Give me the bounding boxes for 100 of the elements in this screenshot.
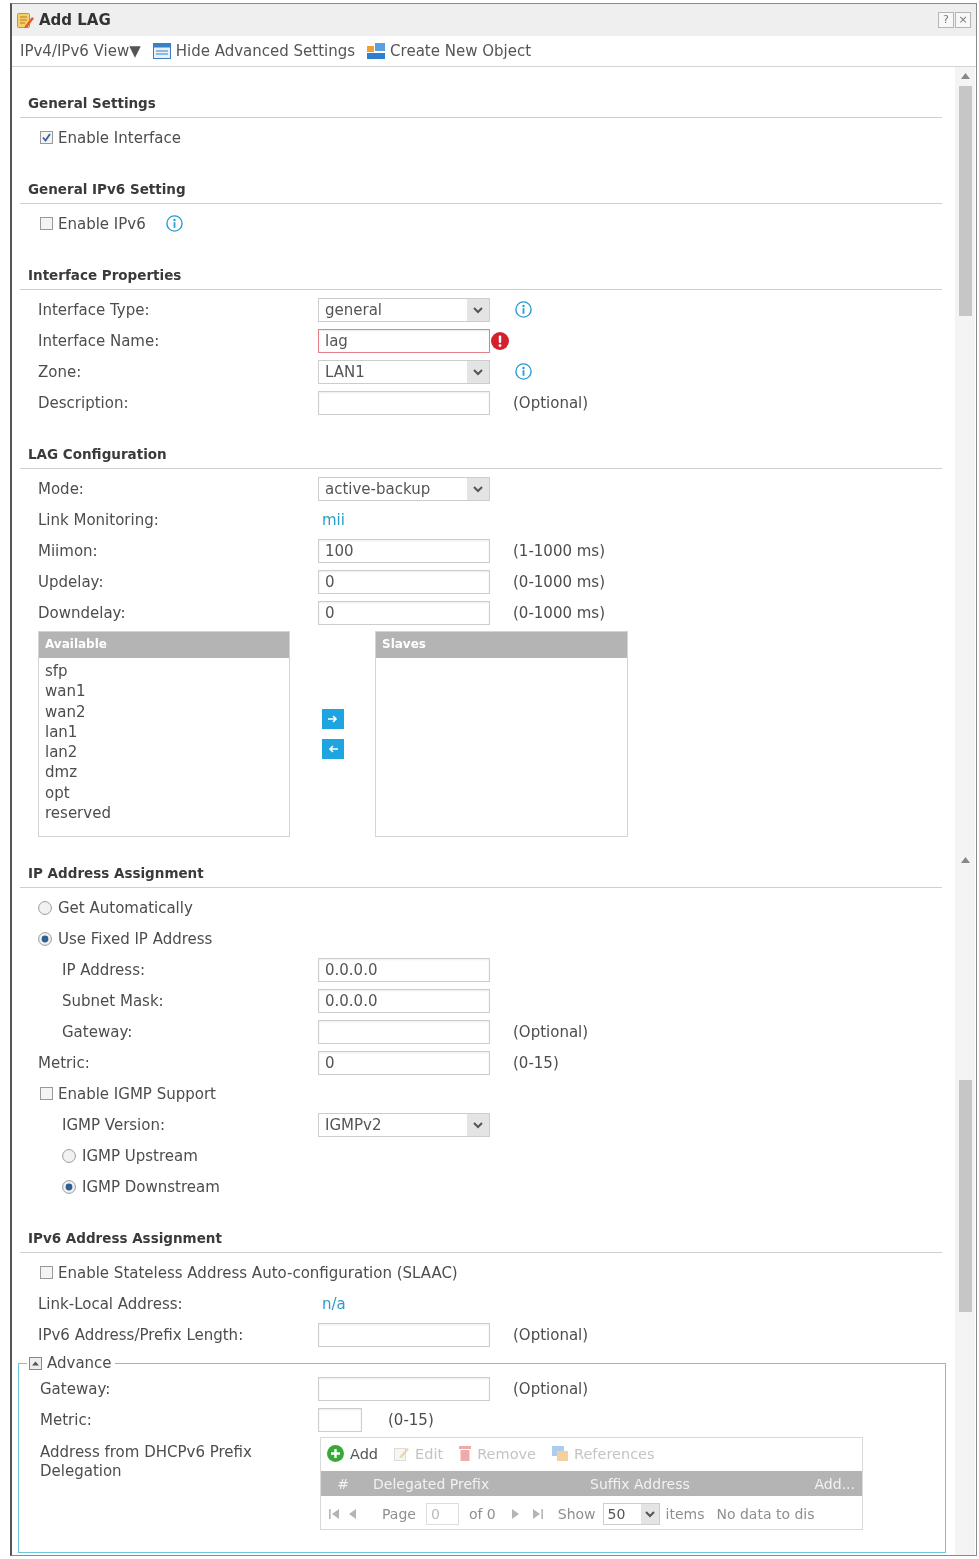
show-label: Show xyxy=(557,1506,596,1522)
chevron-down-icon xyxy=(467,298,489,321)
hint-text: (0-15) xyxy=(388,1410,434,1429)
field-value: n/a xyxy=(321,1294,346,1313)
dropdown[interactable]: LAN1 xyxy=(318,359,490,384)
checkbox[interactable] xyxy=(40,131,53,144)
text-field[interactable]: 0.0.0.0 xyxy=(318,988,490,1013)
field-label: Gateway: xyxy=(62,1022,133,1041)
stacked-windows-icon xyxy=(552,1446,568,1461)
list-item[interactable]: wan2 xyxy=(45,701,289,722)
text-field[interactable]: lag xyxy=(318,328,490,353)
field-label: IGMP Version: xyxy=(62,1115,165,1134)
list-item[interactable]: wan1 xyxy=(45,681,289,702)
section-heading: Interface Properties xyxy=(28,267,182,283)
collapse-icon[interactable] xyxy=(29,1356,42,1370)
field-label: Link-Local Address: xyxy=(38,1294,183,1313)
radio-button-label: Use Fixed IP Address xyxy=(58,929,213,948)
list-item[interactable]: reserved xyxy=(45,803,289,824)
radio-button-label: IGMP Upstream xyxy=(82,1146,198,1165)
scrollbar-track[interactable] xyxy=(955,67,975,1555)
radio-button[interactable] xyxy=(38,900,52,915)
field-label: IPv6 Address/Prefix Length: xyxy=(38,1325,244,1344)
scroll-up-icon[interactable] xyxy=(960,73,970,79)
empty-message: No data to dis xyxy=(716,1506,815,1522)
info-icon[interactable] xyxy=(515,301,532,318)
number-field[interactable] xyxy=(318,1407,362,1432)
info-icon[interactable] xyxy=(515,363,532,380)
blocks-icon xyxy=(367,43,386,59)
field-label: Interface Type: xyxy=(38,300,150,319)
plus-circle-icon xyxy=(327,1445,344,1462)
field-label: Gateway: xyxy=(40,1379,111,1398)
list-header: Available xyxy=(39,632,289,658)
add-button[interactable]: Add xyxy=(327,1445,379,1462)
scroll-up-icon[interactable] xyxy=(960,857,970,863)
field-label: Metric: xyxy=(38,1053,90,1072)
skip-end-icon[interactable] xyxy=(532,1508,543,1520)
list-item[interactable]: lan2 xyxy=(45,742,289,763)
hint-text: (Optional) xyxy=(513,1379,589,1398)
text-field[interactable] xyxy=(318,390,490,415)
page-count: of 0 xyxy=(468,1506,496,1522)
list-item[interactable]: sfp xyxy=(45,661,289,682)
skip-start-icon[interactable] xyxy=(329,1508,339,1520)
move-right-button[interactable] xyxy=(321,709,344,729)
close-button[interactable]: × xyxy=(955,12,971,28)
triangle-left-icon[interactable] xyxy=(349,1508,356,1520)
info-icon[interactable] xyxy=(165,215,183,232)
text-field[interactable]: 0 xyxy=(318,569,490,594)
view-menu-button[interactable]: IPv4/IPv6 View▼ xyxy=(20,42,141,60)
checkbox[interactable] xyxy=(40,1266,53,1279)
list-item[interactable]: opt xyxy=(45,782,289,804)
field-label: Description: xyxy=(38,393,129,412)
radio-button[interactable] xyxy=(62,1179,76,1194)
hint-text: (Optional) xyxy=(513,1022,589,1041)
field-label: Metric: xyxy=(40,1410,92,1429)
scrollbar-thumb[interactable] xyxy=(958,1080,972,1312)
section-heading: General IPv6 Setting xyxy=(28,181,186,197)
checkbox[interactable] xyxy=(40,1087,53,1100)
page-size-dropdown[interactable]: 50 xyxy=(602,1503,660,1525)
chevron-down-icon xyxy=(467,477,489,500)
field-label: Address from DHCPv6 Prefix Delegation xyxy=(40,1443,253,1481)
text-field[interactable] xyxy=(318,1376,490,1401)
checkbox-label: Enable Stateless Address Auto-configuration (SLAAC) xyxy=(58,1263,458,1282)
list-item[interactable]: lan1 xyxy=(45,721,289,743)
field-label: IP Address: xyxy=(62,960,146,979)
move-left-button[interactable] xyxy=(321,739,344,759)
radio-button[interactable] xyxy=(38,931,52,946)
create-object-button[interactable]: Create New Object xyxy=(367,42,532,60)
scrollbar-thumb[interactable] xyxy=(958,86,972,316)
dropdown[interactable]: IGMPv2 xyxy=(318,1112,490,1137)
hint-text: (Optional) xyxy=(513,1325,589,1344)
checkbox[interactable] xyxy=(40,217,53,230)
text-field[interactable] xyxy=(318,1019,490,1044)
chevron-down-icon xyxy=(467,360,489,383)
dropdown[interactable]: active-backup xyxy=(318,476,490,501)
chevron-down-icon xyxy=(640,1504,659,1524)
triangle-right-icon[interactable] xyxy=(511,1508,519,1520)
chevron-down-icon xyxy=(467,1113,489,1136)
radio-button[interactable] xyxy=(62,1148,76,1163)
list-item[interactable]: dmz xyxy=(45,762,289,783)
text-field[interactable]: 100 xyxy=(318,538,490,563)
text-field[interactable]: 0 xyxy=(318,600,490,625)
window-title: Add LAG xyxy=(39,11,111,29)
hint-text: (0-1000 ms) xyxy=(513,572,606,591)
arrow-right-icon xyxy=(327,715,338,723)
text-field[interactable]: 0 xyxy=(318,1050,490,1075)
hint-text: (0-1000 ms) xyxy=(513,603,606,622)
hide-settings-button[interactable]: Hide Advanced Settings xyxy=(152,42,356,60)
field-value: mii xyxy=(321,510,345,529)
help-button[interactable]: ? xyxy=(938,12,954,28)
note-pencil-icon xyxy=(394,1446,410,1461)
field-label: Subnet Mask: xyxy=(62,991,164,1010)
text-field[interactable] xyxy=(318,1322,490,1347)
checkbox-label: Enable IPv6 xyxy=(58,214,146,233)
section-heading: IPv6 Address Assignment xyxy=(28,1230,222,1246)
text-field[interactable]: 0.0.0.0 xyxy=(318,957,490,982)
dropdown[interactable]: general xyxy=(318,297,490,322)
radio-button-label: IGMP Downstream xyxy=(82,1177,220,1196)
field-label: Miimon: xyxy=(38,541,98,560)
window-icon xyxy=(152,43,171,59)
checkbox-label: Enable IGMP Support xyxy=(58,1084,216,1103)
